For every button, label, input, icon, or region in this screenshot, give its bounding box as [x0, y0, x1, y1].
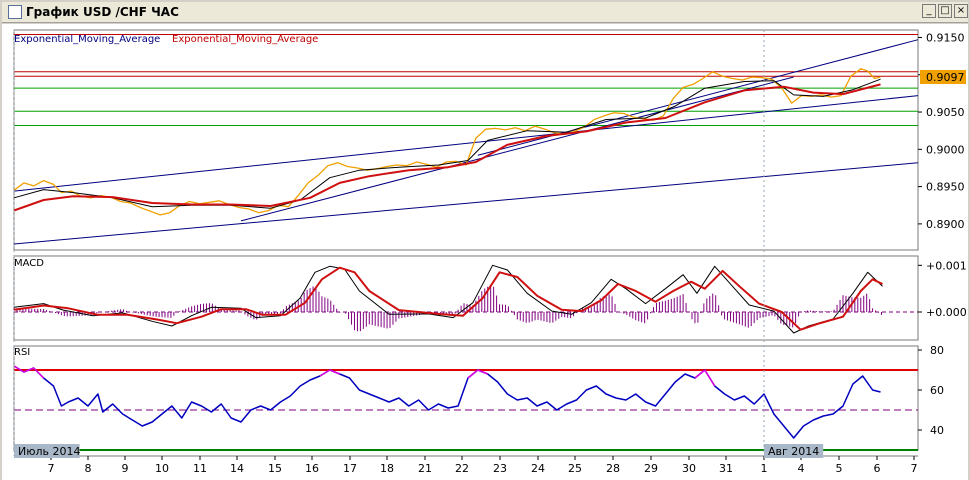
rsi-tick-label-1: 60 [930, 384, 944, 397]
x-tick-label-19: 1 [761, 462, 768, 475]
rsi-tick-label-2: 40 [930, 424, 944, 437]
rsi-label: RSI [14, 347, 30, 358]
last-price-label: 0.9097 [926, 71, 965, 84]
x-tick-label-22: 6 [874, 462, 881, 475]
x-tick-label-3: 10 [155, 462, 169, 475]
price-tick-label-0: 0.9150 [926, 31, 965, 44]
x-tick-label-8: 17 [343, 462, 357, 475]
x-tick-label-0: 7 [48, 462, 55, 475]
title-bar[interactable]: График USD /CHF ЧАС _ □ × [2, 2, 968, 23]
price-tick-label-4: 0.8950 [926, 181, 965, 194]
x-tick-label-13: 24 [531, 462, 545, 475]
maximize-button[interactable]: □ [938, 4, 952, 18]
month-label-1: Авг 2014 [768, 445, 819, 458]
rsi-tick-label-0: 80 [930, 344, 944, 357]
x-tick-label-23: 7 [911, 462, 918, 475]
close-button[interactable]: × [954, 4, 968, 18]
x-tick-label-16: 29 [644, 462, 658, 475]
x-tick-label-11: 22 [455, 462, 469, 475]
price-tick-label-5: 0.8900 [926, 218, 965, 231]
x-tick-label-17: 30 [682, 462, 696, 475]
window-title: График USD /CHF ЧАС [26, 5, 179, 19]
macd-tick-label-1: +0.000 [926, 306, 967, 319]
price-tick-label-3: 0.9000 [926, 143, 965, 156]
ema-label-1: Exponential_Moving_Average [14, 34, 160, 45]
macd-label: MACD [14, 258, 44, 269]
price-tick-label-2: 0.9050 [926, 106, 965, 119]
x-tick-label-9: 18 [380, 462, 394, 475]
x-tick-label-7: 16 [305, 462, 319, 475]
x-tick-label-15: 28 [606, 462, 620, 475]
macd-tick-label-0: +0.001 [926, 259, 967, 272]
x-tick-label-10: 21 [418, 462, 432, 475]
chart-canvas[interactable]: 0.91500.91000.90500.90000.89500.89000.90… [2, 24, 968, 480]
x-tick-label-14: 25 [568, 462, 582, 475]
x-tick-label-21: 5 [836, 462, 843, 475]
rsi-panel: 80 60 40 [13, 344, 944, 451]
rsi-panel-frame [13, 345, 919, 451]
price-panel-frame [13, 29, 919, 251]
x-tick-label-4: 11 [193, 462, 207, 475]
x-tick-label-18: 31 [719, 462, 733, 475]
chart-area[interactable]: 0.91500.91000.90500.90000.89500.89000.90… [2, 24, 968, 480]
price-panel: 0.91500.91000.90500.90000.89500.89000.90… [13, 29, 966, 251]
ema-label-2: Exponential_Moving_Average [172, 34, 318, 45]
x-tick-label-1: 8 [85, 462, 92, 475]
x-tick-label-6: 15 [268, 462, 282, 475]
chart-app-icon [8, 5, 22, 19]
macd-panel-frame [13, 255, 919, 341]
minimize-button[interactable]: _ [922, 4, 936, 18]
chart-window: График USD /CHF ЧАС _ □ × 0.91500.91000.… [0, 0, 970, 480]
x-tick-label-2: 9 [122, 462, 129, 475]
month-label-0: Июль 2014 [18, 445, 81, 458]
x-tick-label-20: 4 [798, 462, 805, 475]
x-tick-label-5: 14 [230, 462, 244, 475]
x-tick-label-12: 23 [493, 462, 507, 475]
macd-panel: +0.001 +0.000 [13, 255, 967, 341]
